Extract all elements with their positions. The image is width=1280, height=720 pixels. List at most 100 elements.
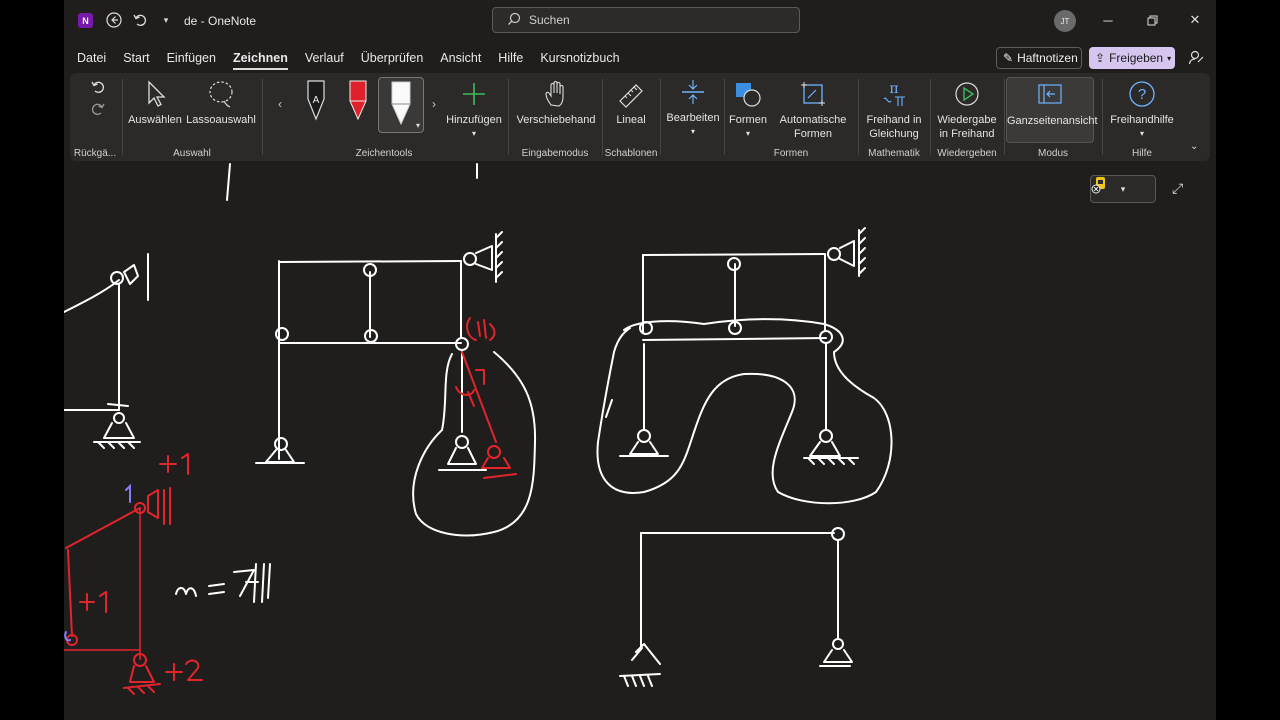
replay-label-1: Wiedergabe xyxy=(937,114,997,126)
pen-options-chevron-icon[interactable]: ▾ xyxy=(416,121,420,130)
close-icon[interactable]: ✕ xyxy=(1185,10,1205,30)
share-button[interactable]: ⇪ Freigeben ▾ xyxy=(1089,47,1175,69)
shapes-label: Formen xyxy=(729,114,767,126)
add-pen-button[interactable]: Hinzufügen ▾ xyxy=(444,79,504,141)
templates-group: Lineal Schablonen xyxy=(604,73,658,161)
search-box[interactable]: Suchen xyxy=(492,7,800,33)
full-page-view-button[interactable]: Ganzseitenansicht xyxy=(1006,77,1098,143)
back-icon[interactable] xyxy=(106,12,122,28)
pen-black-tool[interactable]: A xyxy=(302,79,330,123)
chevron-right-icon[interactable]: › xyxy=(432,97,436,111)
search-placeholder: Suchen xyxy=(529,13,570,27)
sticky-notes-label: Haftnotizen xyxy=(1017,51,1078,65)
menu-zeichnen[interactable]: Zeichnen xyxy=(232,51,288,70)
shapes-button[interactable]: Formen ▾ xyxy=(728,79,768,141)
drawing-tools-group: ‹ A ▾ › Hinzufügen ▾ Zeichentools xyxy=(264,73,504,161)
move-hand-button[interactable]: Verschiebehand xyxy=(514,79,598,127)
auto-shapes-label-1: Automatische xyxy=(779,114,847,126)
menu-kursnotizbuch[interactable]: Kursnotizbuch xyxy=(540,51,619,65)
shapes-group-label: Formen xyxy=(773,148,809,159)
chevron-down-icon: ▾ xyxy=(471,129,476,138)
ruler-label: Lineal xyxy=(616,114,646,126)
title-bar: N ▾ de - OneNote Suchen JT ─ ✕ xyxy=(64,0,1216,42)
quick-access-dropdown-icon[interactable]: ▾ xyxy=(158,12,174,28)
lasso-icon xyxy=(209,81,233,108)
select-button[interactable]: Auswählen xyxy=(128,79,182,127)
ink-to-math-button[interactable]: π Freihand in Gleichung xyxy=(862,79,926,141)
full-page-view-label: Ganzseitenansicht xyxy=(1007,115,1098,127)
draw-ribbon: Rückgä... Auswählen Lassoauswahl Auswahl… xyxy=(70,73,1210,161)
redo-icon[interactable] xyxy=(90,101,106,120)
edit-button[interactable]: Bearbeiten ▾ xyxy=(666,77,720,139)
undo-title-icon[interactable] xyxy=(132,12,148,28)
minimize-icon[interactable]: ─ xyxy=(1098,10,1118,30)
separator xyxy=(858,79,859,155)
chevron-down-icon: ▾ xyxy=(745,129,750,138)
help-group: ? Freihandhilfe ▾ Hilfe xyxy=(1104,73,1180,161)
onenote-window: N ▾ de - OneNote Suchen JT ─ ✕ Datei Sta… xyxy=(64,0,1216,720)
input-mode-group: Verschiebehand Eingabemodus xyxy=(510,73,600,161)
auto-shapes-label-2: Formen xyxy=(794,128,832,140)
svg-text:?: ? xyxy=(1138,86,1146,103)
pen-red-tool[interactable] xyxy=(344,79,372,123)
page-canvas[interactable]: ▾ ⤢ xyxy=(64,162,1216,720)
search-icon xyxy=(507,12,521,29)
replay-icon xyxy=(955,82,979,106)
cursor-arrow-icon xyxy=(148,80,166,107)
chevron-left-icon[interactable]: ‹ xyxy=(278,97,282,111)
menu-start[interactable]: Start xyxy=(123,51,149,65)
share-icon: ⇪ xyxy=(1095,51,1106,65)
mode-group-label: Modus xyxy=(1037,148,1068,159)
sticky-notes-button[interactable]: ✎ Haftnotizen xyxy=(996,47,1082,69)
replay-label-2: in Freihand xyxy=(939,128,995,140)
edit-label: Bearbeiten xyxy=(666,112,720,124)
lasso-button[interactable]: Lassoauswahl xyxy=(186,79,256,127)
separator xyxy=(602,79,603,155)
undo-icon[interactable] xyxy=(90,79,106,98)
templates-label: Schablonen xyxy=(604,148,658,159)
replay-group: Wiedergabe in Freihand Wiedergeben xyxy=(932,73,1002,161)
shapes-group: Formen ▾ Automatische Formen Formen xyxy=(726,73,856,161)
menu-ansicht[interactable]: Ansicht xyxy=(440,51,481,65)
pen-black-icon: A xyxy=(307,80,325,121)
mode-group: Ganzseitenansicht Modus xyxy=(1006,73,1100,161)
full-page-view-icon xyxy=(1038,84,1062,104)
menu-verlauf[interactable]: Verlauf xyxy=(305,51,344,65)
collapse-ribbon-icon[interactable]: ⌄ xyxy=(1190,141,1198,152)
menu-ueberpruefen[interactable]: Überprüfen xyxy=(361,51,424,65)
pen-red-icon xyxy=(349,80,367,121)
ink-help-label: Freihandhilfe xyxy=(1110,114,1174,126)
ink-replay-button[interactable]: Wiedergabe in Freihand xyxy=(934,79,1000,141)
svg-text:π: π xyxy=(889,81,898,97)
plus-icon xyxy=(463,83,485,105)
ink-to-math-label-1: Freihand in xyxy=(866,114,922,126)
menu-hilfe[interactable]: Hilfe xyxy=(498,51,523,65)
ruler-icon xyxy=(619,84,643,108)
replay-group-label: Wiedergeben xyxy=(937,148,997,159)
math-group-label: Mathematik xyxy=(868,148,920,159)
ink-help-button[interactable]: ? Freihandhilfe ▾ xyxy=(1106,79,1178,141)
menu-datei[interactable]: Datei xyxy=(77,51,106,65)
avatar[interactable]: JT xyxy=(1054,10,1076,32)
selection-group: Auswählen Lassoauswahl Auswahl xyxy=(124,73,260,161)
ink-to-math-label-2: Gleichung xyxy=(869,128,919,140)
selection-group-label: Auswahl xyxy=(173,148,211,159)
restore-icon[interactable] xyxy=(1142,10,1162,30)
undo-group-label: Rückgä... xyxy=(73,148,117,159)
lasso-label: Lassoauswahl xyxy=(186,114,256,126)
move-hand-label: Verschiebehand xyxy=(516,114,596,126)
share-label: Freigeben xyxy=(1109,51,1164,65)
window-title: de - OneNote xyxy=(184,14,257,28)
ruler-button[interactable]: Lineal xyxy=(608,79,654,127)
feedback-icon[interactable] xyxy=(1188,49,1204,70)
pen-white-tool-selected[interactable]: ▾ xyxy=(378,77,424,133)
chevron-down-icon: ▾ xyxy=(1167,53,1172,63)
ink-drawing xyxy=(64,163,893,695)
math-group: π Freihand in Gleichung Mathematik xyxy=(860,73,928,161)
edit-group: Bearbeiten ▾ xyxy=(662,73,722,161)
pi-equation-icon: π xyxy=(883,81,905,106)
menu-einfuegen[interactable]: Einfügen xyxy=(167,51,216,65)
auto-shapes-button[interactable]: Automatische Formen xyxy=(772,79,854,141)
chevron-down-icon: ▾ xyxy=(1139,129,1144,138)
help-group-label: Hilfe xyxy=(1131,148,1152,159)
